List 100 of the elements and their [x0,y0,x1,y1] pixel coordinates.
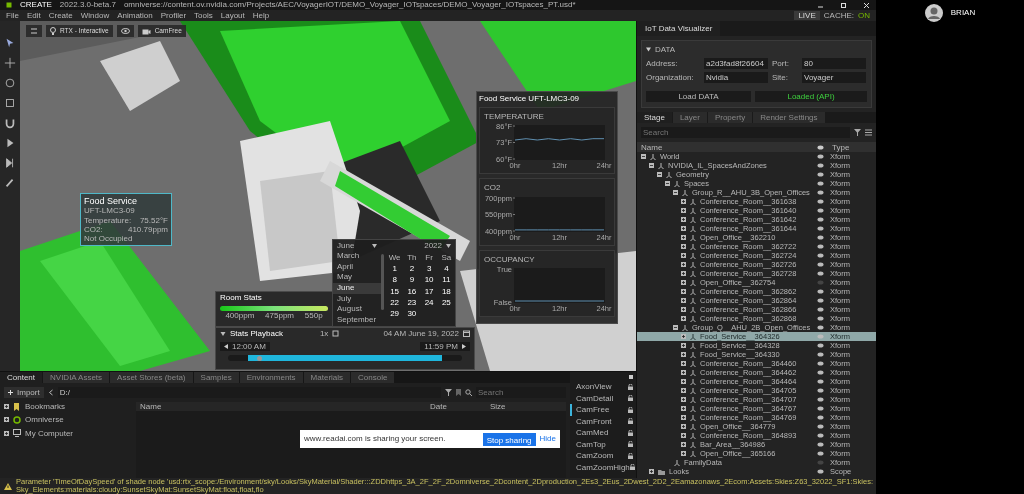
camera-item[interactable]: CamFront [570,415,636,427]
panel-tab[interactable]: Render Settings [753,112,825,124]
expand-box-icon[interactable] [681,262,686,268]
month-option[interactable]: April [333,261,381,273]
import-button[interactable]: Import [4,387,44,399]
menu-item[interactable]: File [6,10,19,21]
calendar-day[interactable]: 25 [437,297,455,307]
eye-icon[interactable] [817,442,824,448]
eye-icon[interactable] [817,244,824,250]
collapse-arrow-icon[interactable] [646,47,651,53]
expand-box-icon[interactable] [681,406,686,412]
brush-icon[interactable] [4,177,16,189]
calendar-day[interactable]: 24 [420,297,438,307]
eye-icon[interactable] [817,199,824,205]
panel-tab[interactable]: Asset Stores (beta) [110,372,193,384]
timeline-thumb[interactable] [257,355,263,361]
panel-tab[interactable]: NVIDIA Assets [43,372,110,384]
back-icon[interactable] [47,389,54,397]
eye-icon[interactable] [817,325,824,331]
panel-tab[interactable]: Property [707,112,753,124]
collapse-box-icon[interactable] [673,190,678,196]
expand-box-icon[interactable] [649,469,654,475]
end-time-button[interactable]: 11:59 PM [420,342,470,352]
live-button[interactable]: LIVE [794,10,820,21]
calendar-day[interactable]: 22 [386,297,404,307]
filter-icon[interactable] [854,129,861,137]
eye-icon[interactable] [817,316,824,322]
expand-box-icon[interactable] [681,217,686,223]
expand-box-icon[interactable] [4,430,9,436]
menu-item[interactable]: Layout [220,10,245,21]
restore-icon[interactable] [840,1,847,9]
expand-box-icon[interactable] [681,298,686,304]
eye-icon[interactable] [817,289,824,295]
month-dropdown[interactable]: June [333,240,381,251]
panel-tab[interactable]: Samples [193,372,239,384]
collapse-box-icon[interactable] [657,172,662,178]
expand-box-icon[interactable] [681,316,686,322]
expand-box-icon[interactable] [681,397,686,403]
expand-box-icon[interactable] [681,415,686,421]
panel-tab[interactable]: Environments [239,372,303,384]
eye-icon[interactable] [817,226,824,232]
eye-icon[interactable] [817,154,824,160]
expand-box-icon[interactable] [4,404,9,410]
eye-icon[interactable] [817,307,824,313]
calendar-day[interactable]: 8 [386,275,404,285]
panel-tab[interactable]: Materials [303,372,351,384]
hide-link[interactable]: Hide [539,434,556,444]
expand-box-icon[interactable] [681,343,686,349]
menu-item[interactable]: Profiler [160,10,187,21]
calendar-day[interactable]: 4 [437,264,455,274]
panel-tab[interactable]: IoT Data Visualizer [637,21,721,37]
menu-item[interactable]: Animation [117,10,153,21]
location-label[interactable]: Omniverse [25,415,64,425]
loop-icon[interactable] [332,330,340,338]
eye-icon[interactable] [817,181,824,187]
eye-icon[interactable] [817,298,824,304]
expand-box-icon[interactable] [681,361,686,367]
eye-icon[interactable] [817,271,824,277]
collapse-box-icon[interactable] [649,163,654,169]
calendar-day[interactable]: 16 [403,286,421,296]
expand-box-icon[interactable] [681,199,686,205]
filter-icon[interactable] [445,389,452,397]
month-option[interactable]: July [333,293,381,305]
expand-box-icon[interactable] [681,370,686,376]
camera-item[interactable]: CamTop [570,438,636,450]
expand-box-icon[interactable] [681,433,686,439]
eye-icon[interactable] [817,433,824,439]
eye-icon[interactable] [817,451,824,457]
calendar-day[interactable]: 15 [386,286,404,296]
month-option[interactable]: August [333,304,381,316]
camera-item[interactable]: CamDetail [570,392,636,404]
input-field[interactable]: Nvidia [704,72,768,84]
load-button[interactable]: Load DATA [646,91,751,103]
start-time-button[interactable]: 12:00 AM [220,342,270,352]
calendar-day[interactable]: 23 [403,297,421,307]
month-option[interactable]: March [333,251,381,262]
expand-box-icon[interactable] [681,424,686,430]
eye-icon[interactable] [817,208,824,214]
calendar-day[interactable]: 18 [437,286,455,296]
eye-icon[interactable] [817,163,824,169]
calendar-day[interactable]: 1 [386,264,404,274]
expand-box-icon[interactable] [681,334,686,340]
eye-icon[interactable] [817,253,824,259]
menu-item[interactable]: Help [252,10,270,21]
eye-icon[interactable] [817,190,824,196]
expand-box-icon[interactable] [681,289,686,295]
move-arrows-icon[interactable] [4,57,16,69]
expand-box-icon[interactable] [681,208,686,214]
eye-icon[interactable] [817,352,824,358]
bookmark-icon[interactable] [456,389,461,397]
year-dropdown[interactable]: 2022 [386,240,455,251]
camera-item[interactable]: CamMed [570,427,636,439]
eye-icon[interactable] [817,424,824,430]
calendar-day[interactable]: 17 [420,286,438,296]
step-icon[interactable] [4,157,16,169]
path-field[interactable]: D:/ [57,387,441,399]
eye-icon[interactable] [817,217,824,223]
input-field[interactable]: 80 [802,58,866,70]
calendar-day[interactable]: 2 [403,264,421,274]
collapse-box-icon[interactable] [641,154,646,160]
